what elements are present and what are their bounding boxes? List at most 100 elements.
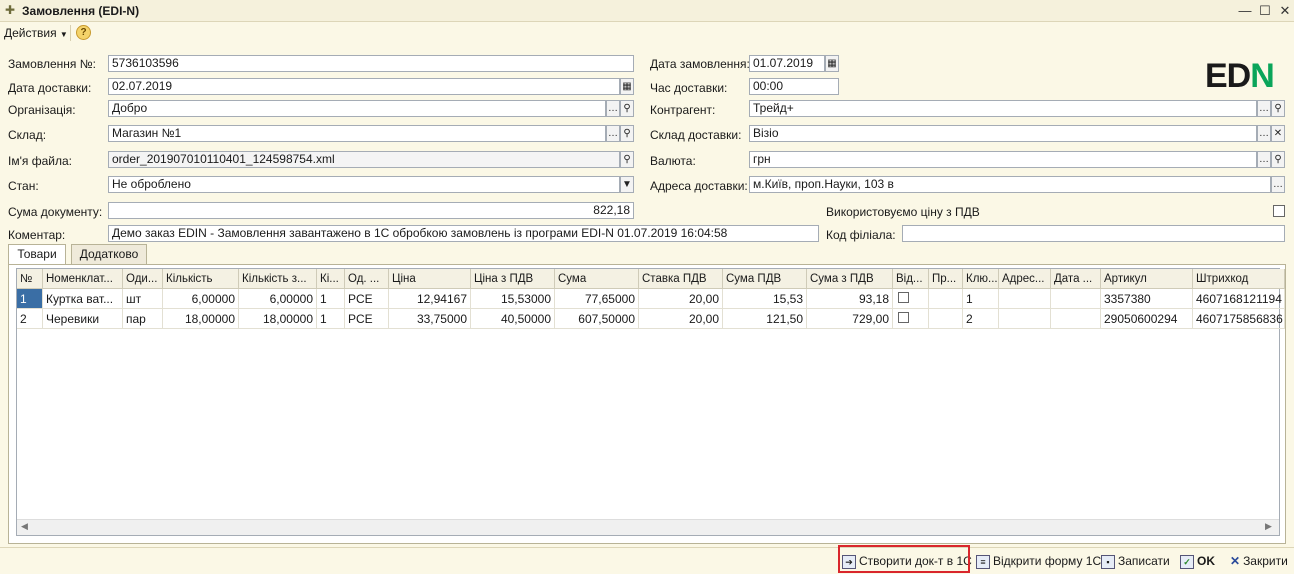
actions-menu[interactable]: Действия ▼ [4, 26, 68, 40]
select-dots-icon[interactable]: … [1257, 100, 1271, 117]
row-checkbox[interactable] [898, 292, 909, 303]
table-cell[interactable]: 77,65000 [555, 289, 639, 309]
search-icon[interactable]: ⚲ [620, 125, 634, 142]
search-icon[interactable]: ⚲ [620, 151, 634, 168]
column-header[interactable]: Пр... [929, 269, 963, 289]
table-cell[interactable]: 18,00000 [239, 309, 317, 329]
currency-field[interactable]: грн [749, 151, 1257, 168]
table-cell[interactable]: пар [123, 309, 163, 329]
chevron-down-icon[interactable]: ▼ [620, 176, 634, 193]
column-header[interactable]: Артикул [1101, 269, 1193, 289]
table-cell[interactable]: 607,50000 [555, 309, 639, 329]
counterparty-field[interactable]: Трейд+ [749, 100, 1257, 117]
horizontal-scrollbar[interactable]: ◀ ▶ [17, 519, 1279, 535]
select-dots-icon[interactable]: … [1257, 125, 1271, 142]
tab-additional[interactable]: Додатково [71, 244, 147, 264]
branch-code-field[interactable] [902, 225, 1285, 242]
table-cell[interactable]: 40,50000 [471, 309, 555, 329]
table-cell[interactable]: 33,75000 [389, 309, 471, 329]
search-icon[interactable]: ⚲ [1271, 100, 1285, 117]
column-header[interactable]: Ставка ПДВ [639, 269, 723, 289]
table-cell[interactable]: 2 [963, 309, 999, 329]
delivery-addr-field[interactable]: м.Київ, проп.Науки, 103 в [749, 176, 1271, 193]
row-number-cell[interactable]: 1 [17, 289, 43, 309]
table-cell[interactable] [1051, 289, 1101, 309]
column-header[interactable]: Кількість з... [239, 269, 317, 289]
table-cell[interactable]: 12,94167 [389, 289, 471, 309]
column-header[interactable]: Адрес... [999, 269, 1051, 289]
delivery-date-field[interactable]: 02.07.2019 [108, 78, 620, 95]
table-cell[interactable]: Черевики [43, 309, 123, 329]
close-icon[interactable]: ✕ [1277, 3, 1293, 19]
sum-field[interactable]: 822,18 [108, 202, 634, 219]
table-cell[interactable]: 1 [317, 289, 345, 309]
table-cell[interactable]: 729,00 [807, 309, 893, 329]
column-header[interactable]: Оди... [123, 269, 163, 289]
table-cell[interactable]: 93,18 [807, 289, 893, 309]
row-checkbox[interactable] [898, 312, 909, 323]
comment-field[interactable]: Демо заказ EDIN - Замовлення завантажено… [108, 225, 819, 242]
column-header[interactable]: Кі... [317, 269, 345, 289]
column-header[interactable]: Ціна [389, 269, 471, 289]
select-dots-icon[interactable]: … [606, 125, 620, 142]
table-cell[interactable]: PCE [345, 309, 389, 329]
table-cell[interactable]: 4607168121194 [1193, 289, 1285, 309]
filename-field[interactable]: order_201907010110401_124598754.xml [108, 151, 620, 168]
order-no-field[interactable]: 5736103596 [108, 55, 634, 72]
table-cell[interactable] [999, 309, 1051, 329]
warehouse-field[interactable]: Магазин №1 [108, 125, 606, 142]
column-header[interactable]: Од. ... [345, 269, 389, 289]
table-cell[interactable]: 18,00000 [163, 309, 239, 329]
open-form-button[interactable]: ≡ Відкрити форму 1С [976, 551, 1101, 571]
table-cell[interactable]: 15,53000 [471, 289, 555, 309]
table-cell[interactable]: шт [123, 289, 163, 309]
ok-button[interactable]: ✓ OK [1180, 551, 1215, 571]
table-cell[interactable]: 6,00000 [163, 289, 239, 309]
table-cell[interactable]: 20,00 [639, 309, 723, 329]
maximize-icon[interactable]: ☐ [1257, 3, 1273, 19]
column-header[interactable]: Від... [893, 269, 929, 289]
calendar-icon[interactable]: ▦ [825, 55, 839, 72]
row-number-cell[interactable]: 2 [17, 309, 43, 329]
table-cell[interactable]: 20,00 [639, 289, 723, 309]
column-header[interactable]: Сума [555, 269, 639, 289]
clear-icon[interactable]: ✕ [1271, 125, 1285, 142]
table-cell[interactable]: 121,50 [723, 309, 807, 329]
column-header[interactable]: Кількість [163, 269, 239, 289]
column-header[interactable]: Дата ... [1051, 269, 1101, 289]
table-cell[interactable]: 1 [963, 289, 999, 309]
table-cell[interactable]: 3357380 [1101, 289, 1193, 309]
delivery-wh-field[interactable]: Візіо [749, 125, 1257, 142]
table-cell[interactable] [1051, 309, 1101, 329]
scroll-right-icon[interactable]: ▶ [1265, 521, 1272, 532]
column-header[interactable]: Клю... [963, 269, 999, 289]
table-cell[interactable] [893, 289, 929, 309]
table-cell[interactable]: 6,00000 [239, 289, 317, 309]
org-field[interactable]: Добро [108, 100, 606, 117]
table-cell[interactable] [929, 309, 963, 329]
select-dots-icon[interactable]: … [1271, 176, 1285, 193]
column-header[interactable]: Номенклат... [43, 269, 123, 289]
table-cell[interactable]: PCE [345, 289, 389, 309]
tab-goods[interactable]: Товари [8, 244, 66, 265]
goods-table[interactable]: № 1 2 Номенклат... Куртка ват... Черевики Оди.… [16, 268, 1285, 536]
search-icon[interactable]: ⚲ [620, 100, 634, 117]
table-cell[interactable]: 29050600294 [1101, 309, 1193, 329]
table-cell[interactable]: 1 [317, 309, 345, 329]
order-date-field[interactable]: 01.07.2019 [749, 55, 825, 72]
select-dots-icon[interactable]: … [606, 100, 620, 117]
vat-price-checkbox[interactable] [1273, 205, 1285, 217]
table-cell[interactable] [893, 309, 929, 329]
column-header[interactable]: Сума з ПДВ [807, 269, 893, 289]
table-cell[interactable]: 15,53 [723, 289, 807, 309]
column-header[interactable]: Штрихкод [1193, 269, 1285, 289]
help-icon[interactable]: ? [76, 25, 91, 40]
delivery-time-field[interactable]: 00:00 [749, 78, 839, 95]
calendar-icon[interactable]: ▦ [620, 78, 634, 95]
minimize-icon[interactable]: — [1237, 3, 1253, 19]
save-button[interactable]: ▪ Записати [1101, 551, 1170, 571]
search-icon[interactable]: ⚲ [1271, 151, 1285, 168]
column-header[interactable]: Сума ПДВ [723, 269, 807, 289]
column-header[interactable]: Ціна з ПДВ [471, 269, 555, 289]
scroll-left-icon[interactable]: ◀ [21, 521, 28, 532]
